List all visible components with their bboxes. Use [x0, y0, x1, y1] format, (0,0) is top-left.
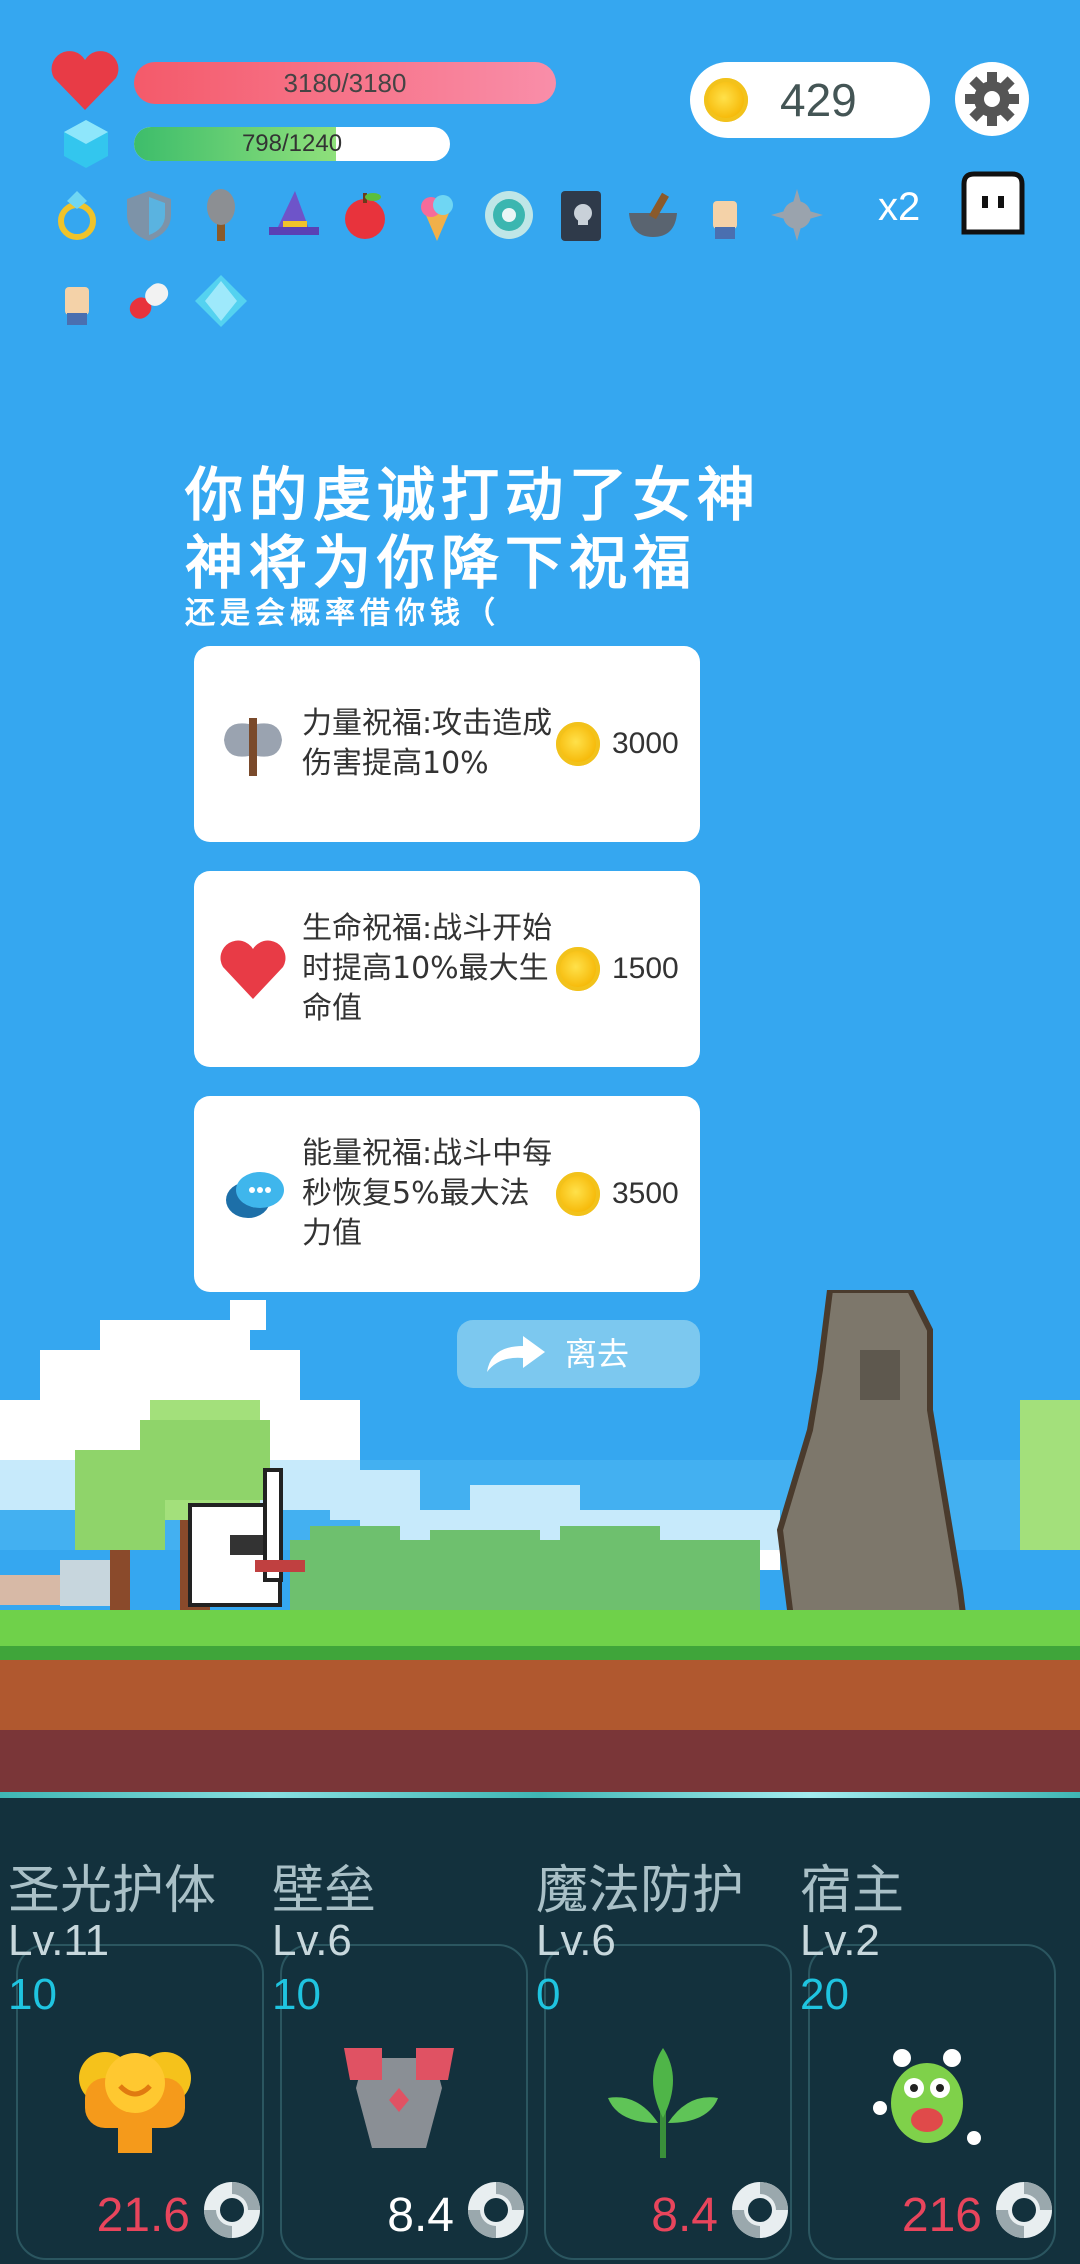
skill-name: 宿主 [800, 1861, 905, 1921]
coin-icon [704, 78, 748, 122]
skill-cost: 10 [272, 1970, 321, 2019]
coin-counter: 429 [690, 62, 930, 138]
leave-label: 离去 [565, 1335, 630, 1373]
spiked-ball-icon[interactable] [766, 184, 828, 246]
coin-icon [556, 1172, 600, 1216]
skill-slot-holy-shield[interactable]: 圣光护体 Lv.11 10 21.6 [0, 1798, 264, 2264]
skill-slot-host[interactable]: 宿主 Lv.2 20 216 [792, 1798, 1056, 2264]
skill-level: Lv.6 [536, 1916, 616, 1965]
skill-slot-magic-guard[interactable]: 魔法防护 Lv.6 0 8.4 [528, 1798, 792, 2264]
mp-text: 798/1240 [241, 130, 343, 157]
skill-cost: 20 [800, 1970, 849, 2019]
armor-icon [344, 2048, 454, 2148]
skill-cost: 0 [536, 1970, 561, 2019]
skill-cost: 10 [8, 1970, 57, 2019]
chat-bubble-icon [226, 1172, 284, 1218]
blessing-description: 力量祝福:攻击造成伤害提高10% [302, 706, 553, 781]
coin-icon [556, 947, 600, 991]
arrow-icon [487, 1336, 545, 1372]
skull-book-icon[interactable] [550, 184, 612, 246]
ring-icon[interactable] [46, 184, 108, 246]
hp-bar: 3180/3180 [134, 62, 556, 104]
mp-bar: 798/1240 [134, 127, 450, 161]
donut-icon[interactable] [478, 184, 540, 246]
shield-icon[interactable] [118, 184, 180, 246]
skill-level: Lv.11 [8, 1916, 110, 1965]
skill-value: 216 [901, 2189, 982, 2242]
item-row-1 [46, 184, 828, 246]
skill-name: 圣光护体 [8, 1861, 217, 1921]
upgrade-spin-icon[interactable] [992, 2178, 1056, 2242]
holy-shield-icon [79, 2052, 191, 2153]
skill-value: 8.4 [387, 2189, 454, 2242]
blessing-price: 3500 [612, 1177, 679, 1210]
leaf-icon [608, 2048, 718, 2158]
mortar-pestle-icon[interactable] [622, 184, 684, 246]
blessing-price: 1500 [612, 952, 679, 985]
blessing-card-energy[interactable]: 能量祝福:战斗中每秒恢复5%最大法力值 3500 [194, 1096, 700, 1292]
diamond-icon[interactable] [190, 270, 252, 332]
leave-button[interactable]: 离去 [457, 1320, 700, 1388]
blessing-card-life[interactable]: 生命祝福:战斗开始时提高10%最大生命值 1500 [194, 871, 700, 1067]
wizard-hat-icon[interactable] [262, 184, 324, 246]
blessing-card-strength[interactable]: 力量祝福:攻击造成伤害提高10% 3000 [194, 646, 700, 842]
heart-icon [220, 940, 286, 999]
settings-button[interactable] [955, 62, 1029, 136]
hand-icon[interactable] [46, 270, 108, 332]
skill-level: Lv.6 [272, 1916, 352, 1965]
skill-name: 魔法防护 [536, 1861, 745, 1921]
ice-cream-icon[interactable] [406, 184, 468, 246]
coin-icon [556, 722, 600, 766]
blessing-price: 3000 [612, 727, 679, 760]
skill-value: 8.4 [651, 2189, 718, 2242]
pill-icon[interactable] [118, 270, 180, 332]
upgrade-spin-icon[interactable] [200, 2178, 264, 2242]
gear-icon [965, 72, 1019, 126]
item-row-2 [46, 270, 252, 332]
skill-panel: 圣光护体 Lv.11 10 21.6 壁垒 Lv.6 10 8.4 魔法防护 L… [0, 1798, 1080, 2264]
blessing-description: 生命祝福:战斗开始时提高10%最大生命值 [302, 911, 553, 1026]
hp-text: 3180/3180 [283, 68, 407, 98]
upgrade-spin-icon[interactable] [464, 2178, 528, 2242]
blessing-description: 能量祝福:战斗中每秒恢复5%最大法力值 [302, 1136, 553, 1251]
spiked-club-icon[interactable] [190, 184, 252, 246]
mana-crystal-icon [64, 120, 108, 168]
message-line-3: 还是会概率借你钱（ [185, 596, 500, 631]
monster-icon [873, 2049, 981, 2145]
skill-level: Lv.2 [800, 1916, 880, 1965]
skill-value: 21.6 [96, 2189, 190, 2242]
multiplier-label: x2 [878, 185, 921, 229]
hand-icon[interactable] [694, 184, 756, 246]
skill-name: 壁垒 [272, 1861, 377, 1921]
apple-icon[interactable] [334, 184, 396, 246]
coin-count: 429 [780, 74, 857, 126]
skill-slot-bulwark[interactable]: 壁垒 Lv.6 10 8.4 [264, 1798, 528, 2264]
upgrade-spin-icon[interactable] [728, 2178, 792, 2242]
heart-icon [51, 51, 119, 110]
axe-icon [224, 718, 282, 776]
ghost-icon[interactable] [958, 170, 1028, 236]
